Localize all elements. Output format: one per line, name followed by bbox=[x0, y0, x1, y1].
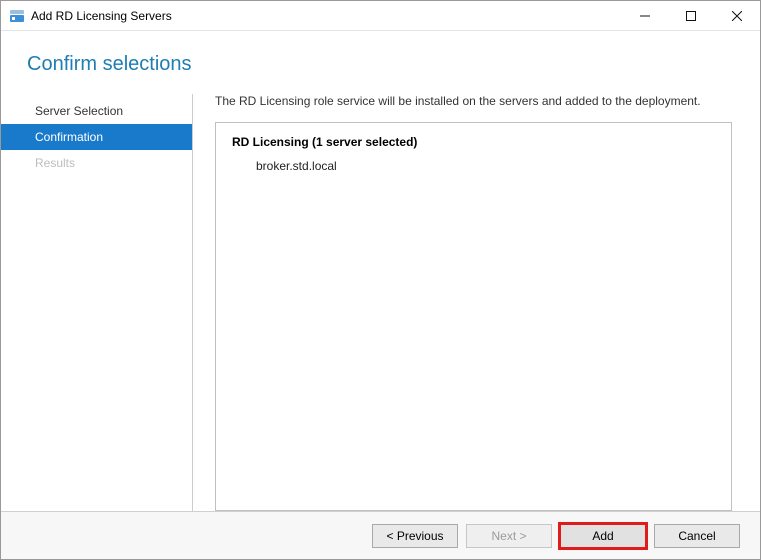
sidebar-item-confirmation[interactable]: Confirmation bbox=[1, 124, 192, 150]
description-text: The RD Licensing role service will be in… bbox=[215, 94, 732, 108]
previous-button[interactable]: < Previous bbox=[372, 524, 458, 548]
window-title: Add RD Licensing Servers bbox=[31, 9, 622, 23]
panel-title: RD Licensing (1 server selected) bbox=[232, 135, 715, 149]
page-heading: Confirm selections bbox=[1, 31, 760, 94]
titlebar: Add RD Licensing Servers bbox=[1, 1, 760, 31]
window-controls bbox=[622, 1, 760, 30]
minimize-button[interactable] bbox=[622, 1, 668, 30]
content-area: Confirm selections Server Selection Conf… bbox=[1, 31, 760, 511]
confirmation-panel: RD Licensing (1 server selected) broker.… bbox=[215, 122, 732, 511]
body-row: Server Selection Confirmation Results Th… bbox=[1, 94, 760, 511]
wizard-sidebar: Server Selection Confirmation Results bbox=[1, 94, 193, 511]
footer-bar: < Previous Next > Add Cancel bbox=[1, 511, 760, 559]
app-icon bbox=[9, 8, 25, 24]
sidebar-item-server-selection[interactable]: Server Selection bbox=[1, 98, 192, 124]
add-button[interactable]: Add bbox=[560, 524, 646, 548]
next-button: Next > bbox=[466, 524, 552, 548]
maximize-button[interactable] bbox=[668, 1, 714, 30]
cancel-button[interactable]: Cancel bbox=[654, 524, 740, 548]
main-pane: The RD Licensing role service will be in… bbox=[193, 94, 732, 511]
sidebar-item-results: Results bbox=[1, 150, 192, 176]
close-button[interactable] bbox=[714, 1, 760, 30]
server-entry: broker.std.local bbox=[232, 159, 715, 173]
